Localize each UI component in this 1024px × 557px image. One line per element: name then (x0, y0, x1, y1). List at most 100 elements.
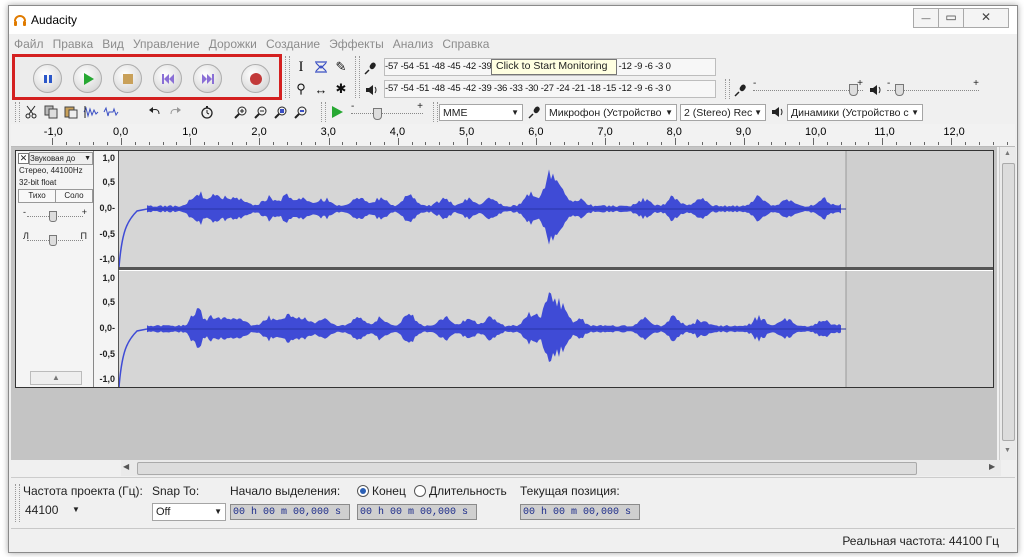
length-radio[interactable] (414, 485, 426, 497)
menu-tracks[interactable]: Дорожки (206, 36, 260, 52)
menu-file[interactable]: Файл (9, 36, 47, 52)
mute-button[interactable]: Тихо (18, 189, 56, 203)
fit-selection-button[interactable] (271, 102, 291, 122)
vertical-scrollbar[interactable]: ▲ ▼ (999, 147, 1016, 460)
fit-project-button[interactable] (291, 102, 311, 122)
ruler-label: 5,0 (459, 126, 475, 138)
speed-thumb[interactable] (373, 108, 382, 120)
sync-lock-button[interactable] (197, 102, 217, 122)
ruler-minor-tick (660, 142, 662, 145)
ruler-tick (51, 138, 53, 145)
device-grip[interactable] (433, 102, 438, 122)
selection-tool-button[interactable]: I (291, 57, 311, 77)
zoom-in-button[interactable] (231, 102, 251, 122)
envelope-tool-button[interactable] (311, 57, 331, 77)
skip-to-start-button[interactable] (153, 64, 182, 93)
paste-button[interactable] (61, 102, 81, 122)
menu-effects[interactable]: Эффекты (326, 36, 387, 52)
ruler-minor-tick (356, 142, 358, 145)
right-channel-wave[interactable] (118, 271, 993, 388)
output-volume-slider[interactable]: - + (887, 78, 979, 96)
project-rate-label: Частота проекта (Гц): (23, 484, 143, 498)
left-channel-wave[interactable] (118, 151, 993, 268)
snap-to-select[interactable]: Off ▼ (152, 503, 226, 521)
horizontal-scrollbar[interactable]: ◀ ▶ (121, 460, 1001, 476)
playback-meter[interactable]: -57 -54 -51 -48 -45 -42 -39 -36 -33 -30 … (384, 80, 716, 98)
vertical-scroll-thumb[interactable] (1002, 163, 1015, 441)
selection-end-field[interactable]: 00 h 00 m 00,000 s (357, 504, 477, 520)
record-button[interactable] (241, 64, 270, 93)
cut-button[interactable] (21, 102, 41, 122)
selection-start-field[interactable]: 00 h 00 m 00,000 s (230, 504, 350, 520)
maximize-button[interactable]: ▭ (938, 8, 964, 28)
menu-generate[interactable]: Создание (263, 36, 323, 52)
pause-button[interactable] (33, 64, 62, 93)
chevron-down-icon: ▼ (665, 108, 673, 117)
multi-tool-button[interactable]: ✱ (331, 79, 351, 99)
audio-host-select[interactable]: MME ▼ (439, 104, 523, 121)
edit-grip[interactable] (15, 102, 20, 122)
scroll-left-arrow[interactable]: ◀ (123, 462, 129, 471)
redo-button[interactable] (165, 102, 185, 122)
mixer-grip[interactable] (725, 79, 730, 99)
scroll-down-arrow[interactable]: ▼ (1004, 447, 1011, 454)
input-volume-slider[interactable]: - + (753, 78, 863, 96)
timeshift-tool-button[interactable]: ↔ (311, 79, 331, 99)
scroll-right-arrow[interactable]: ▶ (989, 462, 995, 471)
project-rate-value: 44100 (25, 503, 59, 517)
draw-tool-button[interactable]: ✎ (331, 57, 351, 77)
project-rate-select[interactable]: 44100 ▼ (23, 502, 85, 519)
track-name-menu[interactable]: Звуковая до ▼ (29, 152, 93, 165)
trim-button[interactable] (81, 102, 101, 122)
collapse-track-button[interactable]: ▲ (30, 371, 82, 385)
copy-button[interactable] (41, 102, 61, 122)
silence-button[interactable] (101, 102, 121, 122)
gain-slider[interactable]: - + (23, 207, 87, 222)
track-panel[interactable]: ✕ Звуковая до ▼ Стерео, 44100Hz 32-bit fl… (11, 147, 997, 460)
play-at-speed-button[interactable] (327, 102, 347, 122)
menu-help[interactable]: Справка (439, 36, 492, 52)
pan-thumb[interactable] (49, 235, 57, 246)
timeline-ruler[interactable]: -1,0 0,0 1,0 2,0 3,0 4,0 5,0 6,0 7,0 8,0 9,0 10,0 11… (11, 124, 1015, 147)
transcription-grip[interactable] (321, 102, 326, 122)
speed-plus: + (417, 101, 423, 112)
track-close-button[interactable]: ✕ (18, 153, 29, 164)
zoom-tool-button[interactable]: ⚲ (291, 79, 311, 99)
minimize-button[interactable]: — (913, 8, 939, 28)
tools-grip[interactable] (285, 56, 290, 98)
solo-button[interactable]: Соло (55, 189, 93, 203)
close-button[interactable]: ✕ (963, 8, 1009, 28)
ruler-minor-tick (771, 142, 773, 145)
chevron-down-icon: ▼ (752, 105, 762, 120)
menu-transport[interactable]: Управление (130, 36, 203, 52)
stop-button[interactable] (113, 64, 142, 93)
zoom-out-button[interactable] (251, 102, 271, 122)
menu-analyze[interactable]: Анализ (390, 36, 437, 52)
end-radio[interactable] (357, 485, 369, 497)
mixer-speaker-icon (870, 85, 881, 95)
chevron-down-icon: ▼ (84, 155, 91, 162)
skip-to-end-button[interactable] (193, 64, 222, 93)
output-device-select[interactable]: Динамики (Устройство с ▼ (787, 104, 923, 121)
menu-view[interactable]: Вид (99, 36, 127, 52)
ruler-minor-tick (840, 142, 842, 145)
horizontal-scroll-thumb[interactable] (137, 462, 917, 475)
play-button[interactable] (73, 64, 102, 93)
play-speed-slider[interactable]: - + (351, 101, 423, 120)
playback-meter-button[interactable] (361, 80, 381, 100)
pan-slider[interactable]: Л П (23, 231, 87, 246)
input-channels-select[interactable]: 2 (Stereo) Rec ▼ (680, 104, 766, 121)
input-volume-thumb[interactable] (849, 84, 858, 96)
menu-edit[interactable]: Правка (50, 36, 97, 52)
current-position-field[interactable]: 00 h 00 m 00,000 s (520, 504, 640, 520)
selection-grip[interactable] (15, 484, 20, 522)
ruler-tick (259, 138, 261, 145)
record-meter-button[interactable] (361, 58, 381, 78)
scroll-up-arrow[interactable]: ▲ (1004, 150, 1011, 157)
input-device-select[interactable]: Микрофон (Устройство ▼ (545, 104, 677, 121)
gain-thumb[interactable] (49, 211, 57, 222)
meter-grip[interactable] (355, 56, 360, 98)
output-volume-thumb[interactable] (895, 84, 904, 96)
undo-button[interactable] (145, 102, 165, 122)
paste-icon (64, 106, 78, 119)
